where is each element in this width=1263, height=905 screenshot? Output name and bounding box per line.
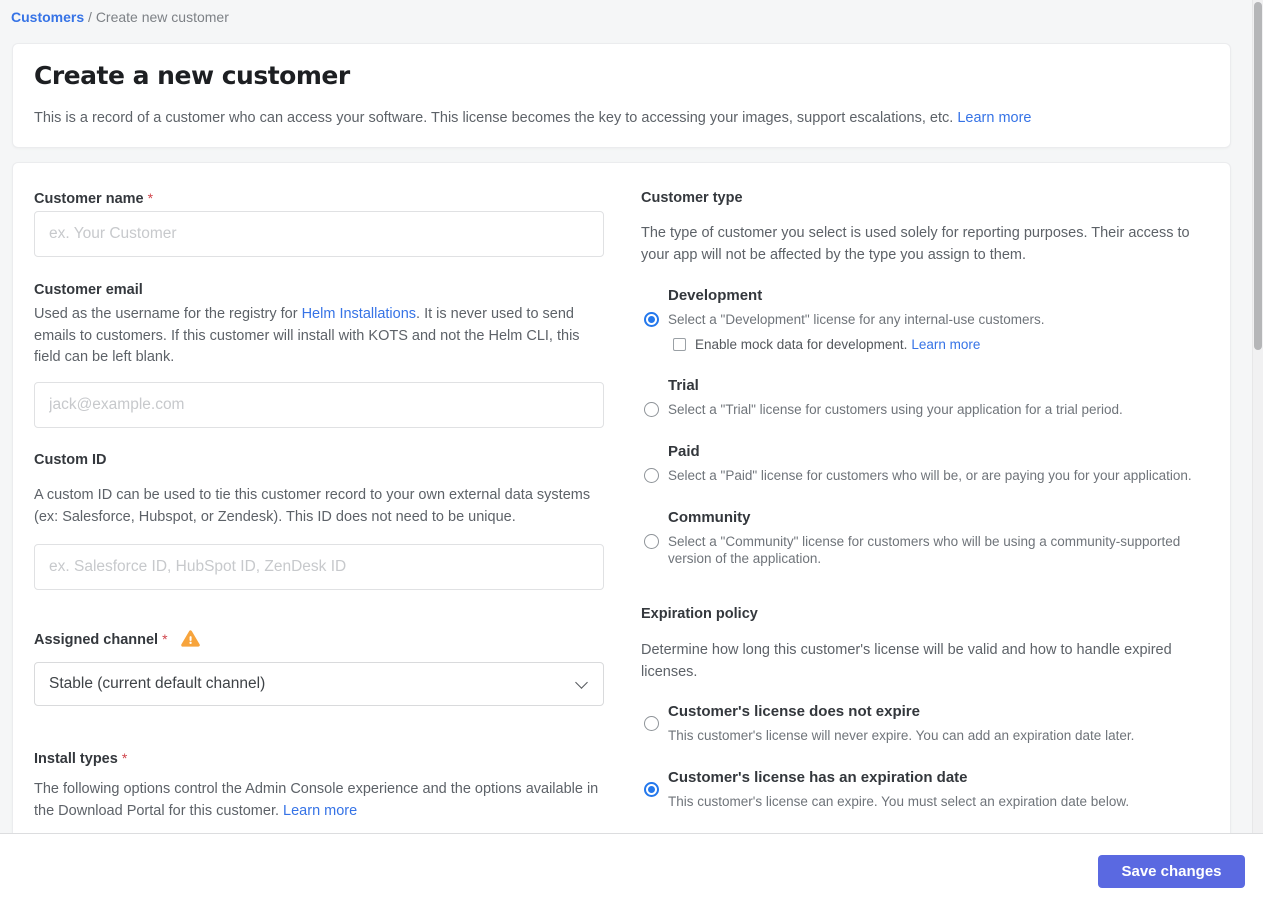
customer-type-option-trial: Trial Select a "Trial" license for custo… (641, 377, 1211, 418)
page-title: Create a new customer (34, 61, 350, 90)
has-expiration-option-title: Customer's license has an expiration dat… (668, 769, 968, 786)
customer-email-label: Customer email (34, 282, 143, 298)
assigned-channel-selected-value: Stable (current default channel) (49, 675, 266, 692)
trial-option-title: Trial (668, 377, 699, 394)
expiration-option-no-expire: Customer's license does not expire This … (641, 703, 1211, 744)
has-expiration-radio[interactable] (644, 782, 659, 797)
create-customer-form-card: Customer name* Customer email Used as th… (12, 162, 1231, 882)
paid-option-description: Select a "Paid" license for customers wh… (668, 468, 1192, 483)
form-left-column: Customer name* Customer email Used as th… (34, 163, 604, 881)
mock-data-learn-more-link[interactable]: Learn more (911, 337, 980, 352)
development-option-description: Select a "Development" license for any i… (668, 312, 1045, 327)
helm-installations-link[interactable]: Helm Installations (302, 306, 416, 322)
assigned-channel-label: Assigned channel (34, 632, 159, 648)
customer-name-label-row: Customer name * (34, 190, 604, 208)
page-header-card: Create a new customer This is a record o… (12, 43, 1231, 148)
scrollbar-track[interactable] (1252, 0, 1263, 833)
breadcrumb: Customers / Create new customer (11, 9, 229, 25)
custom-id-input[interactable] (34, 544, 604, 590)
custom-id-description: A custom ID can be used to tie this cust… (34, 487, 591, 525)
expiration-policy-label: Expiration policy (641, 606, 758, 622)
has-expiration-option-description: This customer's license can expire. You … (668, 794, 1130, 809)
required-asterisk: * (147, 190, 154, 206)
required-asterisk: * (121, 750, 128, 766)
development-option-title: Development (668, 287, 763, 304)
install-types-label: Install types (34, 751, 118, 767)
assigned-channel-select[interactable]: Stable (current default channel) (34, 662, 604, 706)
paid-option-title: Paid (668, 443, 700, 460)
no-expire-option-title: Customer's license does not expire (668, 703, 920, 720)
trial-radio[interactable] (644, 402, 659, 417)
save-changes-button[interactable]: Save changes (1098, 855, 1245, 888)
customer-name-input[interactable] (34, 211, 604, 257)
required-asterisk: * (162, 631, 168, 647)
customer-type-option-paid: Paid Select a "Paid" license for custome… (641, 443, 1211, 484)
community-option-title: Community (668, 509, 751, 526)
customer-type-description: The type of customer you select is used … (641, 225, 1190, 263)
warning-icon (181, 630, 200, 652)
mock-data-checkbox-row: Enable mock data for development. Learn … (668, 337, 1211, 352)
page-description: This is a record of a customer who can a… (34, 110, 1032, 126)
community-radio[interactable] (644, 534, 659, 549)
mock-data-checkbox[interactable] (673, 338, 686, 351)
community-option-description: Select a "Community" license for custome… (668, 534, 1181, 566)
expiration-policy-description: Determine how long this customer's licen… (641, 642, 1172, 680)
scrollbar-thumb[interactable] (1254, 2, 1262, 350)
customer-type-option-community: Community Select a "Community" license f… (641, 509, 1211, 567)
breadcrumb-current: Create new customer (95, 9, 229, 25)
assigned-channel-label-row: Assigned channel * (34, 630, 604, 652)
customer-type-label: Customer type (641, 190, 743, 206)
customer-email-description: Used as the username for the registry fo… (34, 306, 580, 365)
footer-bar: Save changes (0, 833, 1263, 905)
form-right-column: Customer type The type of customer you s… (641, 163, 1211, 881)
install-types-description: The following options control the Admin … (34, 781, 599, 819)
install-types-label-row: Install types * (34, 750, 604, 768)
install-types-learn-more-link[interactable]: Learn more (283, 803, 357, 819)
development-radio[interactable] (644, 312, 659, 327)
header-learn-more-link[interactable]: Learn more (957, 110, 1031, 126)
breadcrumb-customers-link[interactable]: Customers (11, 9, 84, 25)
customer-name-label: Customer name (34, 191, 144, 207)
customer-type-option-development: Development Select a "Development" licen… (641, 287, 1211, 352)
expiration-option-has-date: Customer's license has an expiration dat… (641, 769, 1211, 810)
no-expire-option-description: This customer's license will never expir… (668, 728, 1135, 743)
customer-email-input[interactable] (34, 382, 604, 428)
custom-id-label: Custom ID (34, 452, 107, 468)
mock-data-checkbox-label: Enable mock data for development. (695, 337, 908, 352)
breadcrumb-separator: / (88, 9, 92, 25)
trial-option-description: Select a "Trial" license for customers u… (668, 402, 1123, 417)
chevron-down-icon (575, 676, 588, 689)
paid-radio[interactable] (644, 468, 659, 483)
no-expire-radio[interactable] (644, 716, 659, 731)
